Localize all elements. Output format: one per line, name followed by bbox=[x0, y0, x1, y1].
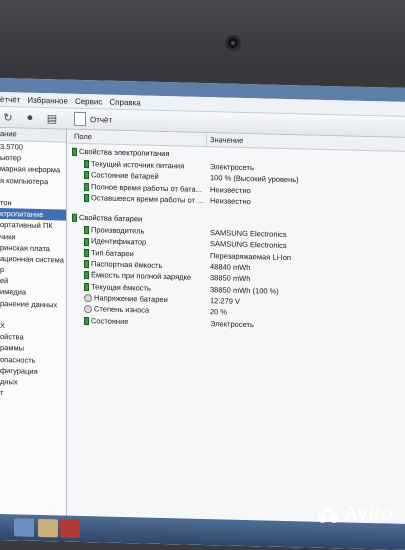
property-value: 48840 mWh bbox=[210, 262, 251, 273]
battery-icon bbox=[84, 248, 89, 257]
battery-icon bbox=[84, 160, 89, 169]
battery-icon bbox=[84, 260, 89, 269]
tree-item[interactable]: ранение данных bbox=[0, 298, 66, 311]
menu-help[interactable]: Справка bbox=[109, 97, 140, 107]
property-field: Паспортная ёмкость bbox=[91, 259, 163, 271]
webcam-icon bbox=[225, 35, 241, 51]
navigation-tree: ание 3.5700 ьютер марная информа я компьюте… bbox=[0, 128, 67, 542]
property-field: Состояние bbox=[91, 315, 129, 326]
column-value[interactable]: Значение bbox=[210, 135, 243, 145]
battery-icon bbox=[84, 237, 89, 246]
battery-icon bbox=[84, 226, 89, 235]
property-value: 20 % bbox=[210, 307, 228, 317]
battery-icon bbox=[84, 182, 89, 191]
taskbar-app-button[interactable] bbox=[38, 518, 58, 538]
property-field: Степень износа bbox=[94, 304, 150, 315]
tree-item[interactable]: ационная система bbox=[0, 253, 66, 266]
tree-item[interactable]: я компьютера bbox=[0, 175, 66, 188]
refresh-icon[interactable]: ↻ bbox=[0, 110, 16, 124]
battery-icon bbox=[72, 147, 77, 156]
taskbar-app-button[interactable] bbox=[60, 519, 80, 538]
property-field: Тип батареи bbox=[91, 248, 134, 259]
section-title: Свойства батареи bbox=[79, 213, 143, 224]
battery-icon bbox=[84, 282, 89, 291]
report-button-label: Отчёт bbox=[90, 114, 113, 125]
property-field: Текущий источник питания bbox=[91, 159, 185, 171]
section-title: Свойства электропитания bbox=[79, 146, 170, 159]
tree-item[interactable]: дных bbox=[0, 376, 66, 389]
property-value: Электросеть bbox=[210, 318, 254, 329]
property-field: Напряжение батареи bbox=[94, 293, 168, 305]
battery-icon bbox=[84, 193, 89, 203]
main-area: ание 3.5700 ьютер марная информа я компьюте… bbox=[0, 128, 405, 550]
property-field: Идентификатор bbox=[91, 236, 147, 248]
menu-favorites[interactable]: Избранное bbox=[27, 95, 68, 105]
screen: ётчёт Избранное Сервис Справка ↻ ● ▤ Отч… bbox=[0, 78, 405, 550]
battery-icon bbox=[72, 213, 77, 223]
taskbar-app-button[interactable] bbox=[14, 518, 34, 537]
property-field: Состояние батарей bbox=[91, 170, 159, 182]
users-icon[interactable]: ● bbox=[22, 111, 38, 125]
property-value: 38850 mWh bbox=[210, 273, 251, 284]
avito-logo-icon bbox=[317, 505, 340, 524]
property-field: Текущая ёмкость bbox=[91, 281, 151, 293]
menu-tools[interactable]: Сервис bbox=[75, 96, 102, 106]
battery-icon bbox=[84, 316, 89, 325]
details-panel: Поле Значение Свойства электропитания Те… bbox=[68, 129, 405, 550]
chart-icon[interactable]: ▤ bbox=[44, 111, 60, 125]
document-icon bbox=[74, 111, 86, 127]
property-value: 12.279 V bbox=[210, 296, 241, 306]
tree-item[interactable]: ортативный ПК bbox=[0, 219, 66, 232]
property-field: Производитель bbox=[91, 225, 145, 236]
gauge-icon bbox=[84, 294, 92, 303]
column-field[interactable]: Поле bbox=[74, 132, 92, 141]
battery-icon bbox=[84, 271, 89, 280]
property-field: Оставшееся время работы от ... bbox=[91, 193, 204, 205]
battery-icon bbox=[84, 171, 89, 180]
avito-text: Avito bbox=[343, 503, 393, 525]
column-separator[interactable] bbox=[206, 133, 207, 147]
gauge-icon bbox=[84, 305, 92, 314]
property-value: Неизвестно bbox=[210, 184, 251, 195]
property-value: Неизвестно bbox=[210, 196, 251, 207]
tree-item[interactable]: т bbox=[0, 387, 66, 400]
menu-report[interactable]: ётчёт bbox=[0, 95, 20, 104]
report-button[interactable]: Отчёт bbox=[74, 111, 113, 127]
avito-watermark: Avito bbox=[317, 503, 393, 526]
